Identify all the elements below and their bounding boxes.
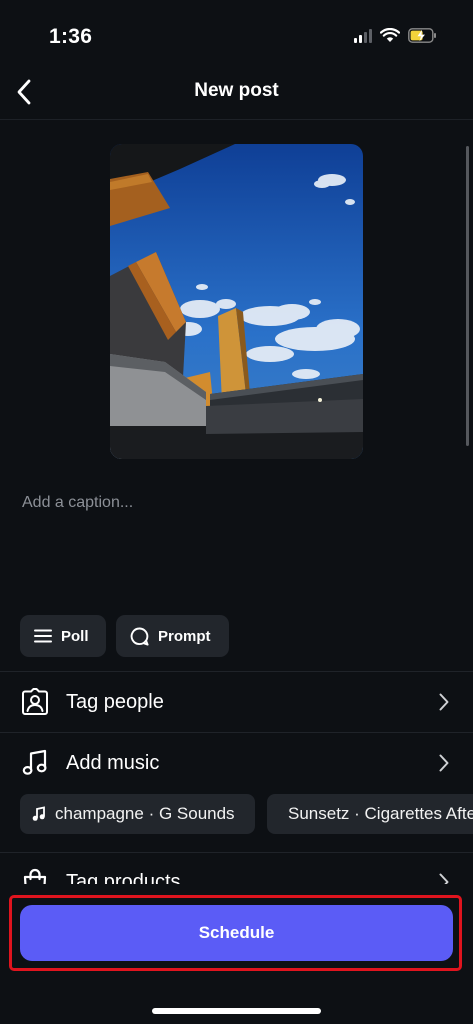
- poll-label: Poll: [61, 627, 89, 645]
- music-suggestion-chip[interactable]: champagne · G Sounds: [20, 794, 255, 834]
- tag-people-row[interactable]: Tag people: [0, 673, 473, 731]
- divider: [0, 732, 473, 733]
- status-time: 1:36: [49, 25, 93, 48]
- music-note-icon: [20, 748, 50, 778]
- tag-person-icon: [20, 687, 50, 717]
- music-note-icon: [32, 806, 45, 821]
- header: New post: [0, 64, 473, 120]
- prompt-button[interactable]: Prompt: [116, 615, 229, 657]
- chevron-right-icon: [437, 691, 451, 713]
- add-music-row[interactable]: Add music: [0, 734, 473, 792]
- add-music-label: Add music: [66, 751, 160, 774]
- music-suggestion-chip[interactable]: Sunsetz · Cigarettes After Sex: [267, 794, 473, 834]
- scroll-indicator: [466, 146, 469, 446]
- prompt-label: Prompt: [158, 627, 211, 645]
- media-preview[interactable]: [110, 144, 363, 459]
- page-title: New post: [194, 80, 279, 101]
- caption-input[interactable]: Add a caption...: [22, 494, 442, 518]
- wifi-icon: [380, 27, 400, 42]
- tag-people-label: Tag people: [66, 690, 164, 713]
- music-suggestion-label: champagne · G Sounds: [55, 804, 235, 823]
- cellular-signal-icon: [354, 27, 372, 43]
- list-icon: [34, 629, 52, 643]
- chevron-right-icon: [437, 752, 451, 774]
- home-indicator[interactable]: [152, 1008, 321, 1014]
- divider: [0, 671, 473, 672]
- music-suggestion-label: Sunsetz · Cigarettes After Sex: [288, 804, 473, 823]
- battery-charging-icon: [408, 27, 436, 43]
- poll-button[interactable]: Poll: [20, 615, 106, 657]
- speech-bubble-icon: [130, 627, 149, 646]
- schedule-button[interactable]: Schedule: [20, 905, 453, 961]
- status-icons: [354, 27, 437, 43]
- photo-thumbnail: [110, 144, 363, 459]
- status-bar: 1:36: [0, 0, 473, 70]
